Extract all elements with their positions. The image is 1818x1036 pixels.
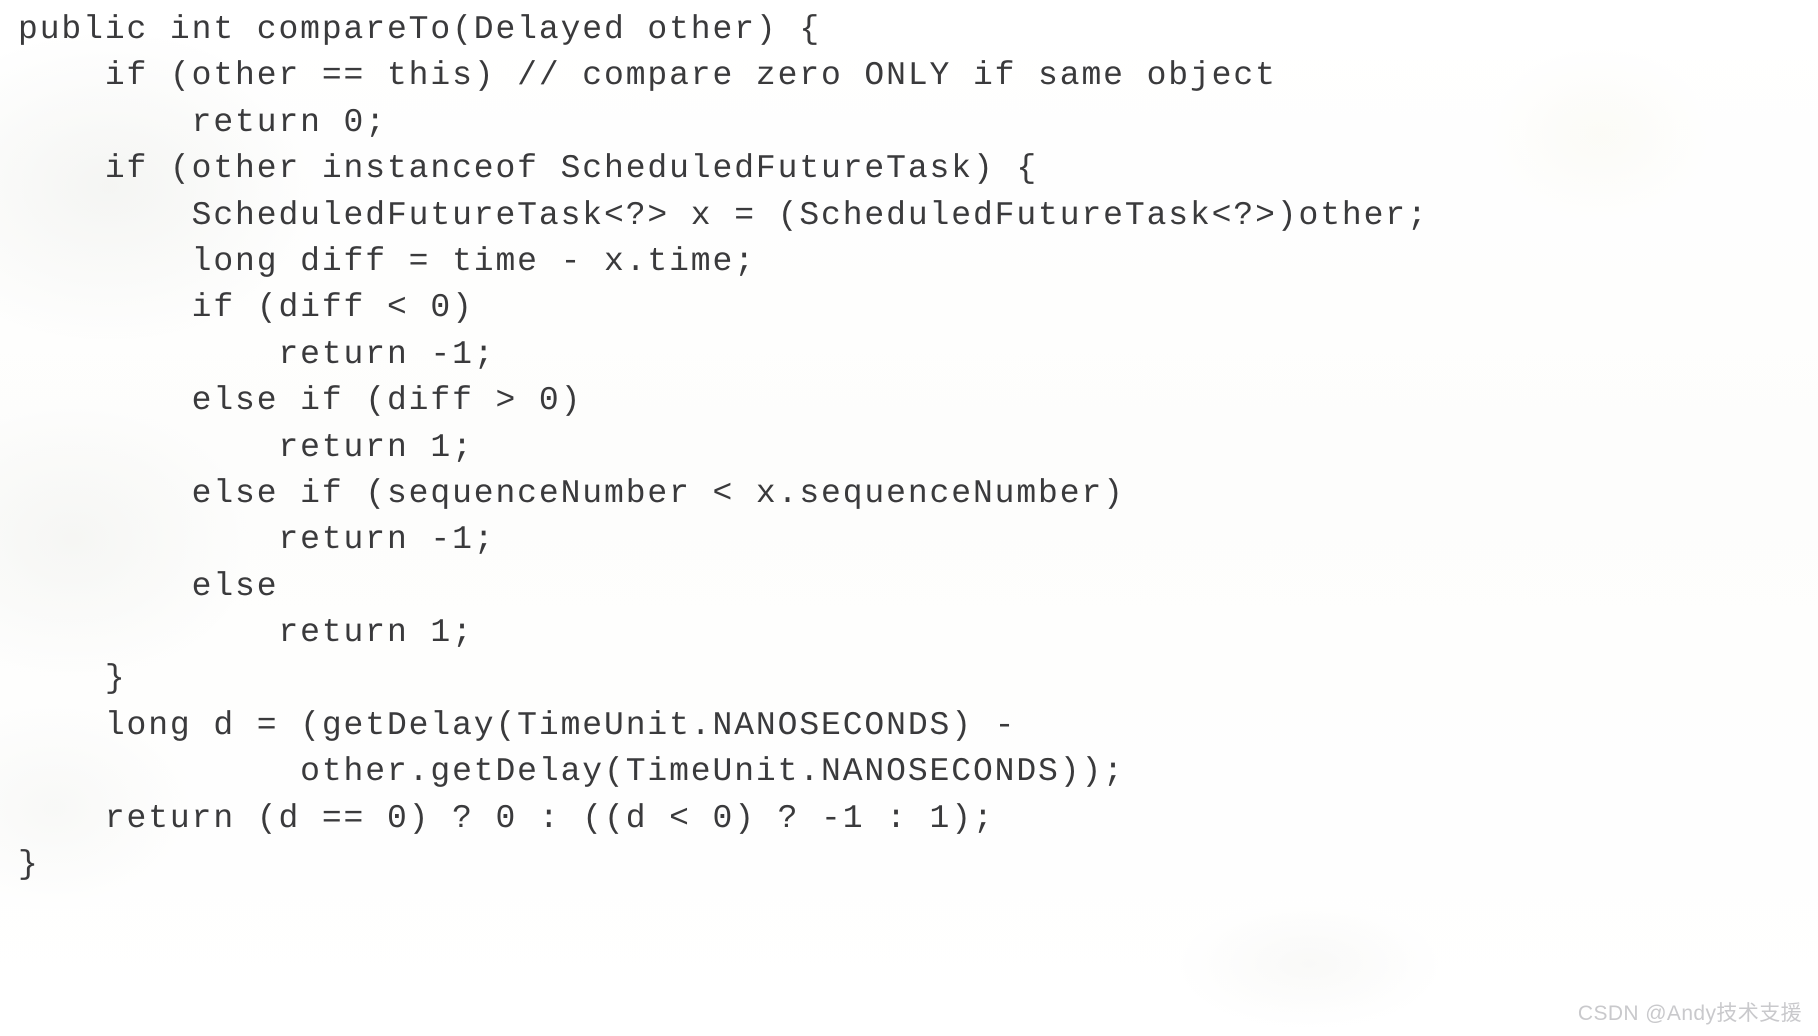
code-line: } bbox=[18, 660, 127, 698]
code-line: else bbox=[18, 567, 279, 605]
csdn-watermark: CSDN @Andy技术支援 bbox=[1577, 1002, 1802, 1025]
code-line: if (other == this) // compare zero ONLY … bbox=[18, 57, 1277, 95]
code-line: return -1; bbox=[18, 521, 496, 559]
code-line: return 1; bbox=[18, 614, 474, 652]
code-line: return -1; bbox=[18, 335, 496, 373]
code-line: return 1; bbox=[18, 428, 474, 466]
code-line: ScheduledFutureTask<?> x = (ScheduledFut… bbox=[18, 196, 1429, 234]
code-line: long d = (getDelay(TimeUnit.NANOSECONDS)… bbox=[18, 706, 1017, 744]
code-line: return 0; bbox=[18, 103, 387, 141]
code-listing: public int compareTo(Delayed other) { if… bbox=[0, 0, 1818, 1036]
code-line: public int compareTo(Delayed other) { bbox=[18, 11, 822, 48]
code-line: return (d == 0) ? 0 : ((d < 0) ? -1 : 1)… bbox=[18, 799, 995, 837]
code-line: else if (diff > 0) bbox=[18, 382, 583, 420]
code-line: if (other instanceof ScheduledFutureTask… bbox=[18, 150, 1039, 188]
code-line: } bbox=[18, 846, 40, 884]
code-line: if (diff < 0) bbox=[18, 289, 474, 327]
code-line: else if (sequenceNumber < x.sequenceNumb… bbox=[18, 474, 1125, 512]
scanned-page: public int compareTo(Delayed other) { if… bbox=[0, 0, 1818, 1036]
code-line: long diff = time - x.time; bbox=[18, 242, 756, 280]
code-line: other.getDelay(TimeUnit.NANOSECONDS)); bbox=[18, 753, 1125, 791]
